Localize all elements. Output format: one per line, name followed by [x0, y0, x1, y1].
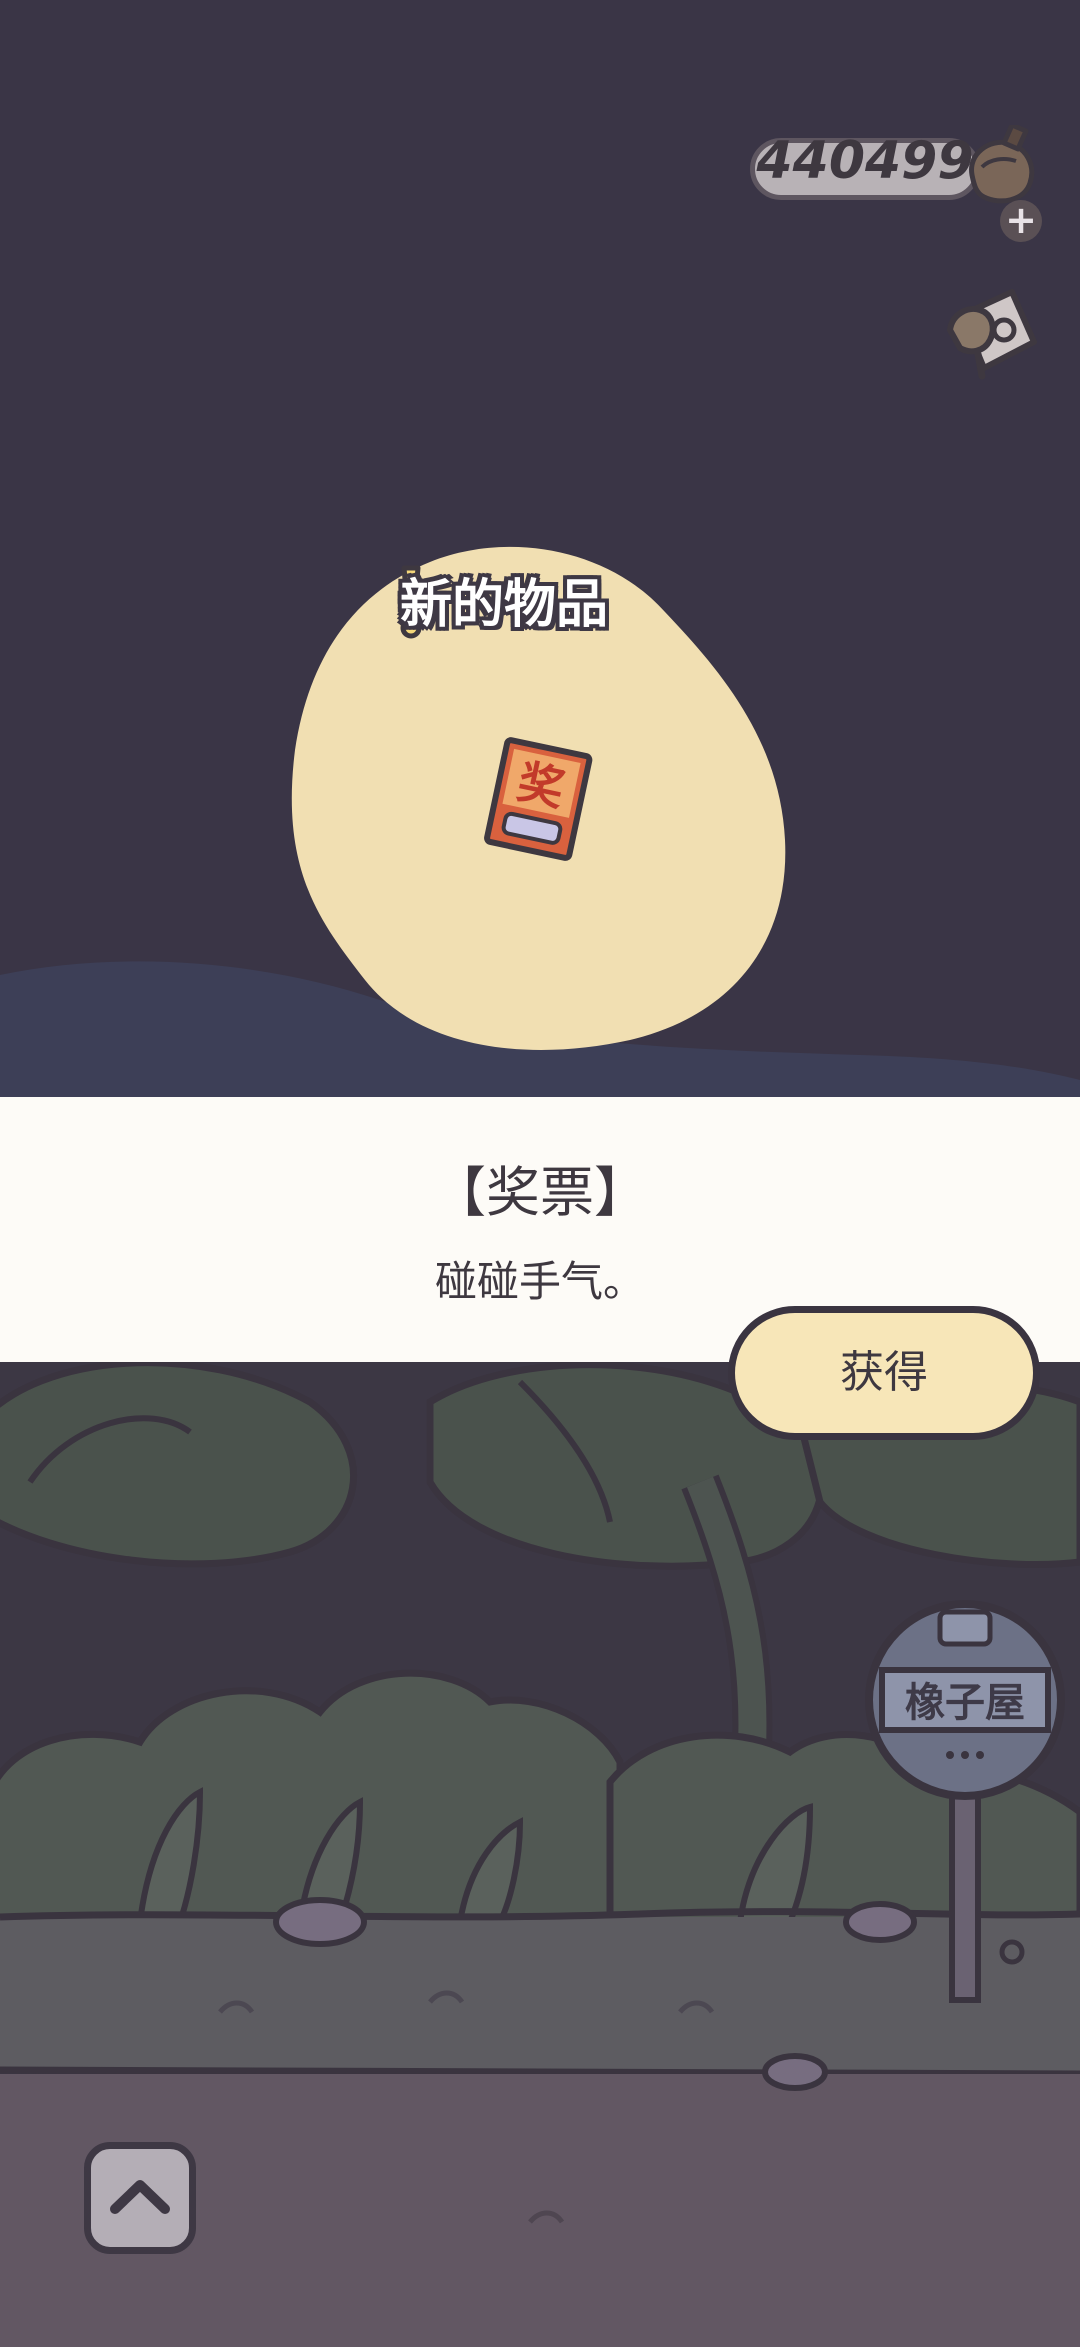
- clover-count: 440499: [756, 131, 974, 191]
- ticket-shortcut-icon[interactable]: [942, 280, 1042, 380]
- add-currency-icon[interactable]: +: [1000, 200, 1042, 242]
- new-item-header: 新的物品: [400, 575, 609, 635]
- open-menu-button[interactable]: [84, 2142, 196, 2254]
- clover-counter[interactable]: 440499 +: [750, 125, 1042, 242]
- chevron-up-icon: [110, 2180, 170, 2214]
- bus-stop-sign[interactable]: 橡子屋: [862, 1590, 1072, 2020]
- bus-stop-name: 橡子屋: [905, 1680, 1025, 1726]
- bus-icon: [937, 1609, 993, 1647]
- lottery-ticket-icon: 奖: [484, 737, 593, 861]
- item-name: 【奖票】: [432, 1161, 648, 1224]
- item-description: 碰碰手气。: [434, 1257, 645, 1306]
- obtain-button[interactable]: 获得: [728, 1306, 1040, 1440]
